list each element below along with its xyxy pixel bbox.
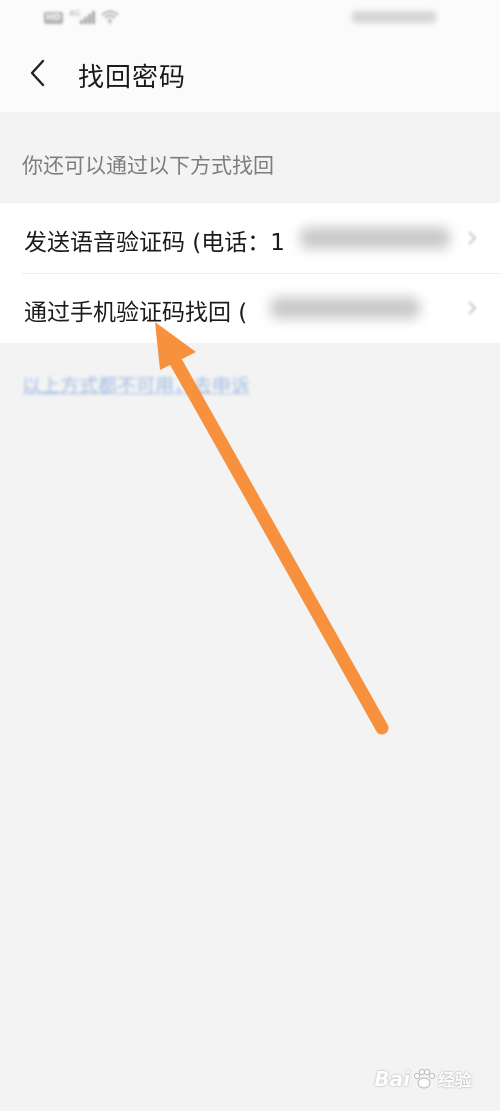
paw-icon [413,1068,436,1088]
recovery-options-list: 发送语音验证码 (电话：1 通过手机验证码找回 ( [0,203,500,343]
status-bar: HD 4G [0,0,500,36]
page-title: 找回密码 [78,63,187,93]
wifi-icon [101,10,119,24]
section-hint: 你还可以通过以下方式找回 [22,154,274,178]
option-voice-code[interactable]: 发送语音验证码 (电话：1 [0,203,500,273]
chevron-right-icon [468,301,477,315]
signal-icon [80,11,95,24]
status-right-blurred [352,11,436,23]
option-label: 通过手机验证码找回 ( [24,300,248,326]
header: 找回密码 [0,36,500,112]
hd-badge: HD [44,12,64,24]
status-icons: HD 4G [44,10,119,24]
back-button[interactable] [22,54,54,92]
baidu-jingyan-watermark: Bai 经验 [374,1066,472,1092]
watermark-suffix: 经验 [438,1071,472,1091]
redacted-phone [300,227,450,249]
option-label: 发送语音验证码 (电话：1 [24,230,285,256]
appeal-link[interactable]: 以上方式都不可用，去申诉 [22,371,250,398]
chevron-right-icon [468,231,477,245]
chevron-left-icon [30,59,45,87]
redacted-phone [270,297,420,319]
network-type-label: 4G [69,9,81,18]
option-sms-code[interactable]: 通过手机验证码找回 ( [0,273,500,343]
watermark-brand: Bai [374,1066,410,1091]
